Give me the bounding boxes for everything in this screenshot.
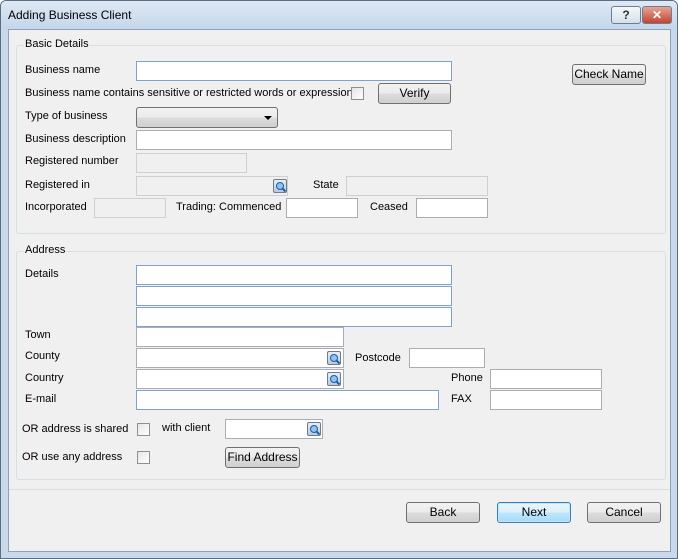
title-bar[interactable]: Adding Business Client ? ✕ xyxy=(1,1,677,29)
postcode-label: Postcode xyxy=(355,352,401,364)
address-details-label: Details xyxy=(25,268,59,280)
phone-input[interactable] xyxy=(490,369,602,389)
email-input[interactable] xyxy=(136,390,439,410)
county-lookup-icon[interactable] xyxy=(327,351,341,365)
business-description-input[interactable] xyxy=(136,130,452,150)
state-input xyxy=(346,176,488,196)
state-label: State xyxy=(313,179,339,191)
close-button[interactable]: ✕ xyxy=(642,6,672,24)
ceased-label: Ceased xyxy=(370,201,408,213)
dialog-content: Basic Details Business name Check Name B… xyxy=(8,29,671,552)
business-name-label: Business name xyxy=(25,64,101,76)
check-name-button[interactable]: Check Name xyxy=(572,64,646,85)
any-address-checkbox[interactable] xyxy=(137,451,150,464)
business-description-label: Business description xyxy=(25,133,126,145)
footer-divider xyxy=(9,489,670,490)
country-label: Country xyxy=(25,372,64,384)
sensitive-words-checkbox[interactable] xyxy=(351,87,364,100)
country-lookup-icon[interactable] xyxy=(327,372,341,386)
with-client-lookup-icon[interactable] xyxy=(307,422,321,436)
back-button[interactable]: Back xyxy=(406,502,480,523)
address-line-1-input[interactable] xyxy=(136,265,452,285)
email-label: E-mail xyxy=(25,393,57,405)
verify-button[interactable]: Verify xyxy=(378,83,451,104)
trading-commenced-label: Trading: Commenced xyxy=(176,201,282,213)
address-title: Address xyxy=(24,244,67,256)
registered-number-label: Registered number xyxy=(25,155,119,167)
address-shared-label: OR address is shared xyxy=(22,423,129,435)
window-title: Adding Business Client xyxy=(8,8,132,22)
town-input[interactable] xyxy=(136,327,344,347)
type-of-business-select[interactable] xyxy=(136,107,278,128)
registered-in-input xyxy=(136,176,288,196)
cancel-button[interactable]: Cancel xyxy=(587,502,661,523)
basic-details-title: Basic Details xyxy=(24,38,90,50)
sensitive-words-label: Business name contains sensitive or rest… xyxy=(25,87,359,99)
address-shared-checkbox[interactable] xyxy=(137,423,150,436)
county-label: County xyxy=(25,350,60,362)
town-label: Town xyxy=(25,329,51,341)
any-address-label: OR use any address xyxy=(22,451,123,463)
find-address-button[interactable]: Find Address xyxy=(225,447,300,468)
ceased-input[interactable] xyxy=(416,198,488,218)
next-button[interactable]: Next xyxy=(497,502,571,523)
chevron-down-icon xyxy=(264,116,272,120)
registered-number-input xyxy=(136,153,247,173)
fax-label: FAX xyxy=(451,393,472,405)
address-line-3-input[interactable] xyxy=(136,307,452,327)
business-name-input[interactable] xyxy=(136,61,452,81)
with-client-label: with client xyxy=(162,422,211,434)
country-input[interactable] xyxy=(136,369,344,389)
dialog-window: Adding Business Client ? ✕ Basic Details… xyxy=(0,0,678,559)
help-button[interactable]: ? xyxy=(611,6,641,24)
fax-input[interactable] xyxy=(490,390,602,410)
type-of-business-label: Type of business xyxy=(25,110,108,122)
registered-in-label: Registered in xyxy=(25,179,90,191)
incorporated-input xyxy=(94,198,166,218)
trading-commenced-input[interactable] xyxy=(286,198,358,218)
address-line-2-input[interactable] xyxy=(136,286,452,306)
registered-in-lookup-icon[interactable] xyxy=(273,179,287,193)
phone-label: Phone xyxy=(451,372,483,384)
county-input[interactable] xyxy=(136,348,344,368)
incorporated-label: Incorporated xyxy=(25,201,87,213)
postcode-input[interactable] xyxy=(409,348,485,368)
